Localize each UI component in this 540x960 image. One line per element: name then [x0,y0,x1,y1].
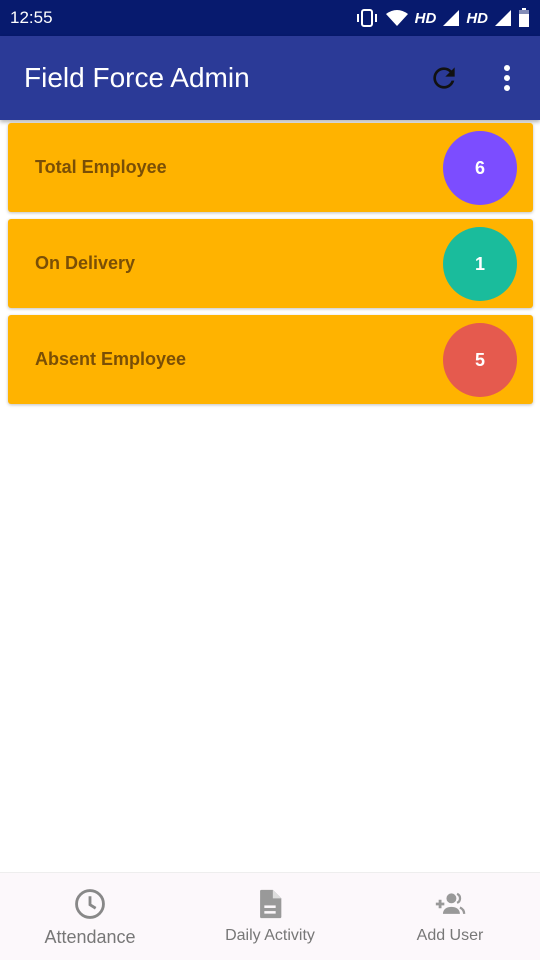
wifi-icon [385,10,408,26]
signal-icon-1 [443,10,460,26]
network-type-1: HD [414,9,437,27]
vibrate-icon [356,9,377,27]
add-user-icon [435,892,466,914]
count-badge: 1 [443,227,517,301]
app-bar: Field Force Admin [0,36,540,120]
card-absent-employee[interactable]: Absent Employee 5 [8,315,533,404]
nav-label: Add User [416,927,484,944]
count-badge: 5 [443,323,517,397]
signal-icon-2 [495,10,511,26]
card-label: On Delivery [35,253,136,273]
nav-daily-activity[interactable]: Daily Activity [180,873,360,960]
bottom-navigation: Attendance Daily Activity Add User [0,872,540,960]
app-title: Field Force Admin [24,62,250,93]
card-label: Total Employee [35,157,167,177]
status-icons: HD HD [355,8,530,28]
status-time: 12:55 [10,8,53,27]
clock-icon [75,889,105,919]
status-bar: 12:55 HD HD [0,0,540,36]
summary-cards: Total Employee 6 On Delivery 1 Absent Em… [8,123,533,411]
nav-label: Daily Activity [225,927,315,944]
count-badge: 6 [443,131,517,205]
nav-add-user[interactable]: Add User [360,873,540,960]
refresh-icon[interactable] [428,62,460,94]
card-total-employee[interactable]: Total Employee 6 [8,123,533,212]
card-on-delivery[interactable]: On Delivery 1 [8,219,533,308]
card-label: Absent Employee [35,349,187,369]
document-icon [260,889,282,919]
network-type-2: HD [466,9,488,27]
battery-icon [519,8,529,27]
nav-attendance[interactable]: Attendance [0,873,180,960]
more-vert-icon[interactable] [496,62,518,94]
nav-label: Attendance [44,927,136,947]
